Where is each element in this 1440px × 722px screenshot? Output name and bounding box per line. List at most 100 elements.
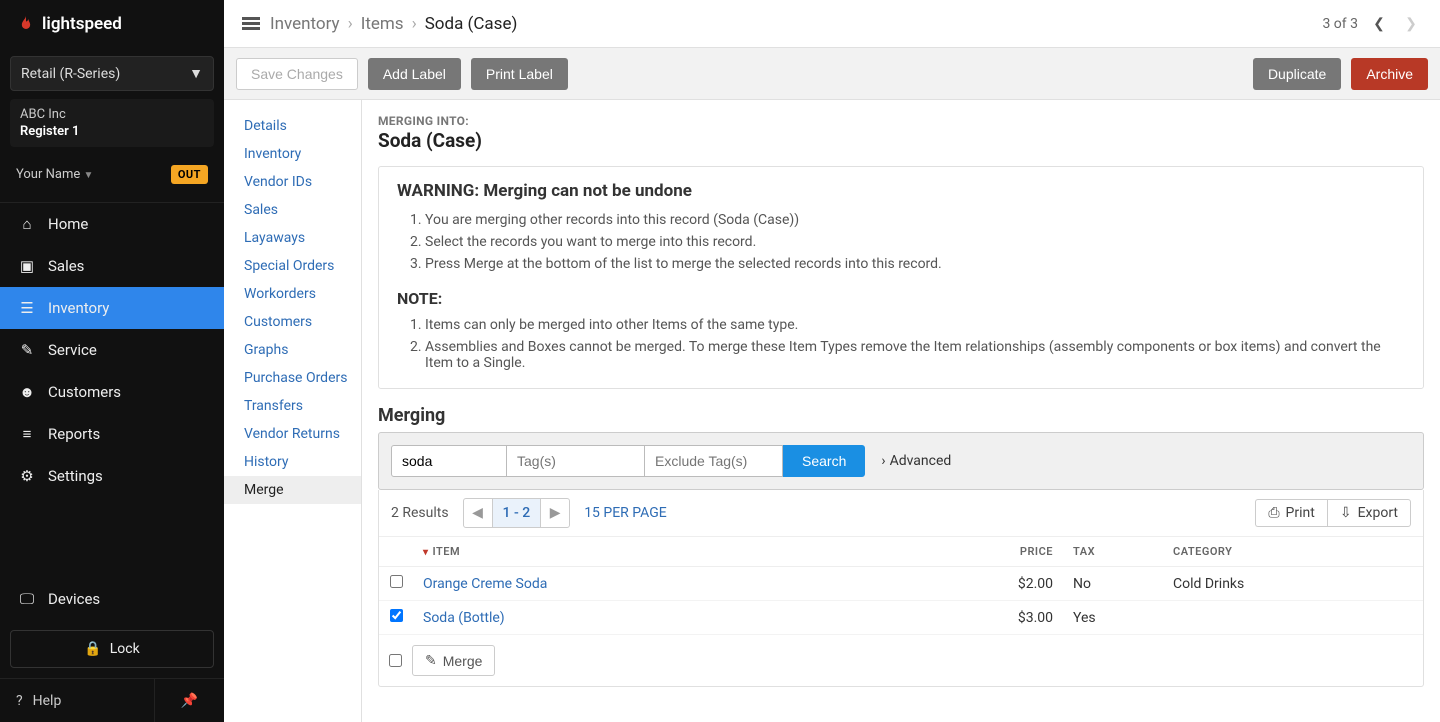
devices-icon: 🖵 <box>18 590 36 608</box>
col-item[interactable]: ITEM <box>413 537 983 567</box>
org-box[interactable]: ABC Inc Register 1 <box>10 99 214 147</box>
merge-button[interactable]: ✎Merge <box>412 645 495 676</box>
cell-price: $2.00 <box>983 567 1063 601</box>
out-badge[interactable]: OUT <box>171 165 208 184</box>
export-icon: ⇩ <box>1340 505 1352 521</box>
nav-devices[interactable]: 🖵 Devices <box>0 578 224 620</box>
add-label-button[interactable]: Add Label <box>368 58 461 90</box>
table-row: Soda (Bottle) $3.00 Yes <box>379 601 1423 635</box>
note-title: NOTE: <box>397 289 1405 308</box>
logo: lightspeed <box>0 0 224 48</box>
merging-into-value: Soda (Case) <box>378 129 1424 152</box>
advanced-link[interactable]: ›Advanced <box>881 453 951 469</box>
export-button[interactable]: ⇩ Export <box>1327 499 1411 527</box>
nav-reports[interactable]: ≡Reports <box>0 413 224 455</box>
nav-customers[interactable]: ☻ Customers <box>0 371 224 413</box>
item-link[interactable]: Orange Creme Soda <box>423 576 547 592</box>
export-label: Export <box>1358 505 1398 521</box>
nav-settings-label: Settings <box>48 467 103 485</box>
user-name: Your Name <box>16 167 80 182</box>
results-table: ITEM PRICE TAX CATEGORY Orange Creme Sod… <box>379 537 1423 635</box>
merge-button-label: Merge <box>443 653 483 669</box>
search-input[interactable] <box>391 445 507 477</box>
merging-section-title: Merging <box>378 405 1424 426</box>
cell-tax: Yes <box>1063 601 1163 635</box>
print-button[interactable]: ⎙Print <box>1255 499 1327 527</box>
tags-input[interactable] <box>507 445 645 477</box>
product-name: Retail (R-Series) <box>21 66 120 82</box>
subnav-merge[interactable]: Merge <box>224 476 361 504</box>
crumb-items[interactable]: Items <box>361 14 404 34</box>
exclude-tags-input[interactable] <box>645 445 783 477</box>
prev-record-button[interactable]: ❮ <box>1368 13 1390 35</box>
nav-inventory[interactable]: ☰Inventory <box>0 287 224 329</box>
archive-button[interactable]: Archive <box>1351 58 1428 90</box>
nav-inventory-label: Inventory <box>48 299 109 317</box>
user-icon: ☻ <box>18 383 36 401</box>
select-all-checkbox[interactable] <box>389 654 402 667</box>
subnav-sales[interactable]: Sales <box>224 196 361 224</box>
nav-devices-label: Devices <box>48 590 100 608</box>
register-icon: ▣ <box>18 257 36 275</box>
gear-icon: ⚙ <box>18 467 36 485</box>
pager-prev[interactable]: ◀ <box>464 499 492 527</box>
nav-home-label: Home <box>48 215 88 233</box>
nav-settings[interactable]: ⚙ Settings <box>0 455 224 497</box>
warning-box: WARNING: Merging can not be undone You a… <box>378 166 1424 389</box>
note-item: Assemblies and Boxes cannot be merged. T… <box>425 336 1405 374</box>
cell-category <box>1163 601 1423 635</box>
pin-button[interactable]: 📌 <box>154 679 224 722</box>
subnav-workorders[interactable]: Workorders <box>224 280 361 308</box>
warn-item: Select the records you want to merge int… <box>425 231 1405 253</box>
search-bar: Search ›Advanced <box>378 432 1424 490</box>
help-button[interactable]: ?Help <box>0 679 154 722</box>
warn-item: You are merging other records into this … <box>425 209 1405 231</box>
product-selector[interactable]: Retail (R-Series) ▼ <box>10 56 214 91</box>
print-label-button[interactable]: Print Label <box>471 58 568 90</box>
row-checkbox[interactable] <box>390 609 403 622</box>
col-checkbox <box>379 537 413 567</box>
user-row[interactable]: Your Name ▼ OUT <box>10 157 214 192</box>
panel: MERGING INTO: Soda (Case) WARNING: Mergi… <box>362 100 1440 722</box>
next-record-button: ❯ <box>1400 13 1422 35</box>
nav-service[interactable]: ✎Service <box>0 329 224 371</box>
nav-sales-label: Sales <box>48 257 84 275</box>
subnav-details[interactable]: Details <box>224 112 361 140</box>
nav-reports-label: Reports <box>48 425 100 443</box>
subnav-inventory[interactable]: Inventory <box>224 140 361 168</box>
item-link[interactable]: Soda (Bottle) <box>423 610 505 626</box>
results-header: 2 Results ◀ 1 - 2 ▶ 15 PER PAGE ⎙Print ⇩… <box>379 490 1423 537</box>
chevron-down-icon: ▼ <box>83 170 93 181</box>
lock-icon: 🔒 <box>84 641 101 657</box>
topbar: Inventory › Items › Soda (Case) 3 of 3 ❮… <box>224 0 1440 48</box>
subnav-customers[interactable]: Customers <box>224 308 361 336</box>
row-checkbox[interactable] <box>390 575 403 588</box>
col-price[interactable]: PRICE <box>983 537 1063 567</box>
nav-customers-label: Customers <box>48 383 121 401</box>
subnav-special-orders[interactable]: Special Orders <box>224 252 361 280</box>
nav-service-label: Service <box>48 341 97 359</box>
subnav-transfers[interactable]: Transfers <box>224 392 361 420</box>
col-category[interactable]: CATEGORY <box>1163 537 1423 567</box>
per-page-link[interactable]: 15 PER PAGE <box>584 505 667 521</box>
lock-button[interactable]: 🔒 Lock <box>10 630 214 668</box>
merge-header: MERGING INTO: Soda (Case) <box>378 114 1424 152</box>
col-tax[interactable]: TAX <box>1063 537 1163 567</box>
subnav-purchase-orders[interactable]: Purchase Orders <box>224 364 361 392</box>
duplicate-button[interactable]: Duplicate <box>1253 58 1341 90</box>
item-subnav: Details Inventory Vendor IDs Sales Layaw… <box>224 100 362 722</box>
search-button[interactable]: Search <box>783 445 865 477</box>
lock-label: Lock <box>110 641 140 657</box>
subnav-vendor-ids[interactable]: Vendor IDs <box>224 168 361 196</box>
subnav-vendor-returns[interactable]: Vendor Returns <box>224 420 361 448</box>
subnav-layaways[interactable]: Layaways <box>224 224 361 252</box>
subnav-history[interactable]: History <box>224 448 361 476</box>
crumb-inventory[interactable]: Inventory <box>270 14 340 34</box>
nav-home[interactable]: ⌂ Home <box>0 203 224 245</box>
subnav-graphs[interactable]: Graphs <box>224 336 361 364</box>
home-icon: ⌂ <box>18 215 36 233</box>
nav-sales[interactable]: ▣ Sales <box>0 245 224 287</box>
pager-next[interactable]: ▶ <box>541 499 569 527</box>
pager-range[interactable]: 1 - 2 <box>492 499 542 527</box>
breadcrumb: Inventory › Items › Soda (Case) <box>270 14 517 34</box>
